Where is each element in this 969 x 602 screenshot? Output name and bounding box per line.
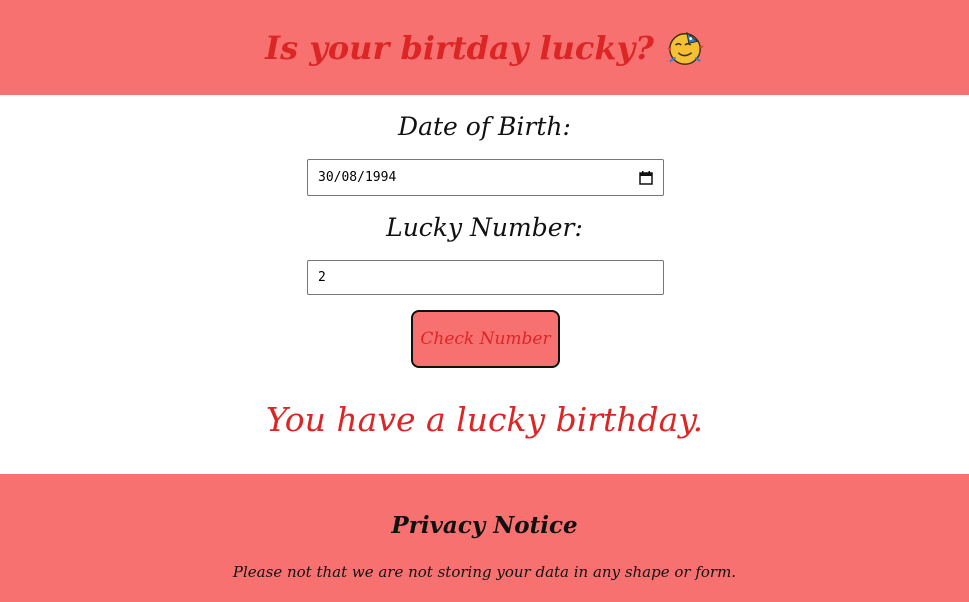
lucky-number-label: Lucky Number: bbox=[386, 213, 583, 242]
main-content: Date of Birth: 30/08/1994 Lucky Number: … bbox=[0, 95, 969, 474]
check-number-button[interactable]: Check Number bbox=[411, 310, 560, 368]
dob-label: Date of Birth: bbox=[398, 112, 571, 141]
party-face-icon bbox=[667, 31, 704, 65]
dob-field[interactable]: 30/08/1994 bbox=[307, 159, 664, 196]
lucky-number-input[interactable]: 2 bbox=[307, 260, 664, 295]
dob-value: 30/08/1994 bbox=[318, 170, 397, 185]
page-title-text: Is your birtday lucky? bbox=[265, 28, 654, 67]
page-header: Is your birtday lucky? bbox=[0, 0, 969, 95]
privacy-notice-title: Privacy Notice bbox=[391, 512, 578, 539]
page-title: Is your birtday lucky? bbox=[265, 29, 704, 67]
calendar-icon[interactable] bbox=[639, 170, 653, 185]
privacy-notice-text: Please not that we are not storing your … bbox=[232, 563, 737, 581]
result-message: You have a lucky birthday. bbox=[265, 400, 704, 439]
lucky-number-value: 2 bbox=[318, 270, 326, 285]
page-footer: Privacy Notice Please not that we are no… bbox=[0, 474, 969, 602]
